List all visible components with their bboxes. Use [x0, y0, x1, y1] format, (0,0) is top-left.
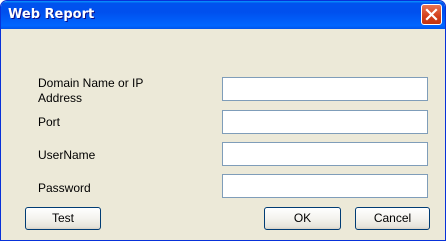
dialog-title: Web Report [8, 7, 95, 22]
port-input[interactable] [222, 110, 428, 134]
close-button[interactable] [421, 4, 442, 25]
web-report-dialog: Web Report Domain Name or IP Address Por… [0, 0, 446, 241]
domain-label: Domain Name or IP Address [38, 76, 144, 103]
close-icon [425, 8, 438, 21]
title-bar[interactable]: Web Report [1, 1, 445, 29]
password-label: Password [38, 181, 91, 195]
password-input[interactable] [222, 174, 428, 198]
username-input[interactable] [222, 142, 428, 166]
cancel-button[interactable]: Cancel [355, 207, 430, 230]
ok-button[interactable]: OK [264, 207, 341, 230]
username-label: UserName [38, 148, 96, 162]
test-button[interactable]: Test [25, 207, 101, 230]
domain-input[interactable] [222, 77, 428, 101]
port-label: Port [38, 115, 61, 129]
